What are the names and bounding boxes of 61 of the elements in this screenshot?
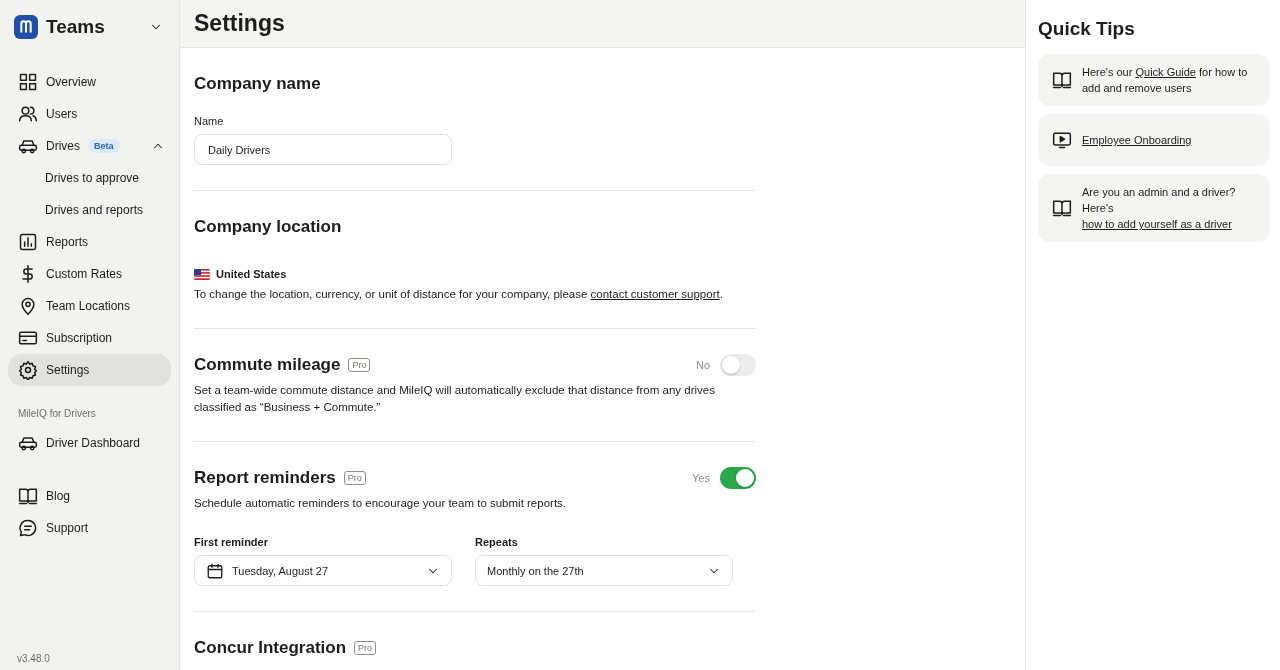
beta-badge: Beta [88,139,120,153]
location-pin-icon [18,296,38,316]
link[interactable]: Quick Guide [1135,66,1196,78]
flag-icon [194,268,210,280]
section-label: MileIQ for Drivers [17,408,97,419]
calendar-icon [206,561,224,580]
logo-icon [14,15,38,39]
tip-text: Are you an admin and a driver? Here’s how to add yourself as a driver [1082,185,1237,232]
brand-name: Teams [46,16,106,38]
section-title: Company location [194,217,342,237]
nav-item[interactable]: Team Locations [8,290,171,322]
nav-item[interactable]: Settings [8,354,171,386]
video-icon [1052,130,1072,150]
nav-item[interactable]: Drives [8,130,90,162]
book-icon [1052,198,1072,218]
grid-icon [18,72,38,92]
users-icon [18,104,38,124]
toggle-switch[interactable] [720,354,756,376]
section-title: Company name [194,74,321,94]
field-label: Repeats [475,536,519,548]
section-description: Schedule automatic reminders to encourage your team to submit reports. [194,496,568,511]
chart-icon [18,232,38,252]
link[interactable]: Employee Onboarding [1082,134,1192,146]
nav-item[interactable]: Subscription [8,322,171,354]
nav-item[interactable]: Driver Dashboard [8,427,171,459]
toggle-label: Yes [692,472,710,484]
location-note: To change the location, currency, or unit of distance for your company, please contact customer support. [194,287,724,302]
nav-item[interactable]: Blog [8,480,171,512]
pro-badge: Pro [354,641,377,655]
field-label: First reminder [194,536,269,548]
credit-card-icon [18,328,38,348]
link[interactable]: how to add yourself as a driver [1082,218,1232,230]
field-label: Name [194,115,225,127]
nav-item[interactable]: Reports [8,226,171,258]
nav-item[interactable]: Drives and reports [8,194,171,226]
version-label: v3.48.0 [17,653,50,664]
nav-item[interactable]: Users [8,98,171,130]
toggle-label: No [695,359,710,371]
nav-item[interactable]: Drives to approve [8,162,171,194]
panel-title: Quick Tips [1038,18,1136,40]
section-description: Set a team-wide commute distance and MileIQ will automatically exclude that distance from any drives classified as “Business + Commute.” [194,383,716,415]
section-title: Concur Integration [194,638,347,658]
name-input[interactable]: Daily Drivers [194,134,452,165]
nav-item[interactable]: Support [8,512,171,544]
section-title: Report reminders [194,468,336,488]
toggle-switch[interactable] [720,467,756,489]
book-icon [18,486,38,506]
book-icon [1052,70,1072,90]
section-title: Commute mileage [194,355,341,375]
nav-item[interactable]: Overview [8,66,171,98]
chat-icon [18,518,38,538]
nav-item[interactable]: Custom Rates [8,258,171,290]
link[interactable]: contact customer support [590,288,720,300]
dropdown[interactable]: Monthly on the 27th [475,555,733,586]
settings-icon [18,360,38,380]
pro-badge: Pro [348,358,371,372]
tip-text: Here's our Quick Guide for how to add and remove users [1082,65,1249,96]
pro-badge: Pro [343,471,366,485]
page-title: Settings [194,10,286,37]
dropdown[interactable]: Tuesday, August 27 [194,555,452,586]
country-name: United States [216,268,287,280]
